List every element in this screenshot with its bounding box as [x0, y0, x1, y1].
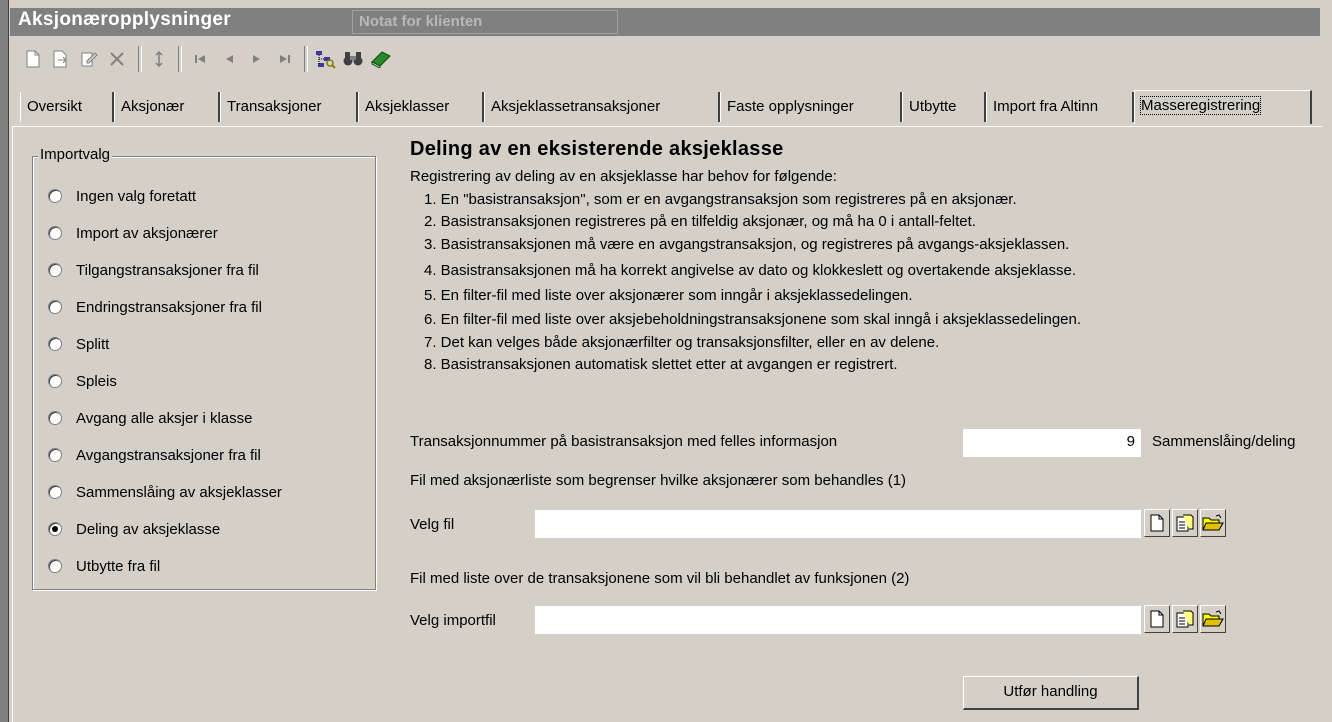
tab-masseregistrering-label: Masseregistrering [1139, 96, 1262, 115]
radio-label: Endringstransaksjoner fra fil [76, 298, 262, 316]
radio-label: Avgang alle aksjer i klasse [76, 409, 253, 427]
file1-input[interactable] [535, 510, 1141, 538]
file1-properties-icon[interactable] [1172, 509, 1198, 537]
import-icon[interactable] [50, 48, 72, 70]
next-record-icon[interactable] [246, 48, 268, 70]
section-heading: Deling av en eksisterende aksjeklasse [410, 138, 784, 160]
radio-utbytte-fra-fil[interactable]: Utbytte fra fil [48, 555, 160, 577]
trans-type-label: Sammenslåing/deling [1152, 433, 1296, 450]
trans-number-label: Transaksjonnummer på basistransaksjon me… [410, 433, 838, 450]
radio-label: Splitt [76, 335, 110, 353]
radio-circle [48, 374, 62, 388]
last-record-icon[interactable] [274, 48, 296, 70]
radio-label: Sammenslåing av aksjeklasser [76, 483, 282, 501]
window-title: Aksjonæropplysninger [18, 9, 231, 30]
radio-ingen-valg[interactable]: Ingen valg foretatt [48, 185, 196, 207]
book-icon[interactable] [370, 48, 392, 70]
window-left-border [0, 0, 9, 722]
step-5: 5. En filter-fil med liste over aksjonær… [424, 287, 913, 304]
radio-tilgangstransaksjoner[interactable]: Tilgangstransaksjoner fra fil [48, 259, 259, 281]
tab-aksjonaer[interactable]: Aksjonær [114, 92, 220, 122]
tab-aksjeklasser[interactable]: Aksjeklasser [358, 92, 484, 122]
radio-spleis[interactable]: Spleis [48, 370, 117, 392]
step-3: 3. Basistransaksjonen må være en avgangs… [424, 236, 1070, 253]
radio-sammenslaaing[interactable]: Sammenslåing av aksjeklasser [48, 481, 282, 503]
file1-open-folder-icon[interactable] [1200, 509, 1226, 537]
radio-label: Deling av aksjeklasse [76, 520, 221, 538]
first-record-icon[interactable] [190, 48, 212, 70]
file2-new-icon[interactable] [1144, 605, 1170, 633]
step-1: 1. En "basistransaksjon", som er en avga… [424, 191, 1017, 208]
refresh-icon[interactable] [148, 48, 170, 70]
radio-avgang-alle[interactable]: Avgang alle aksjer i klasse [48, 407, 252, 429]
file2-properties-icon[interactable] [1172, 605, 1198, 633]
file2-description: Fil med liste over de transaksjonene som… [410, 570, 910, 587]
radio-label: Ingen valg foretatt [76, 187, 197, 205]
toolbar-separator [304, 46, 308, 72]
radio-import-aksjonaerer[interactable]: Import av aksjonærer [48, 222, 218, 244]
radio-splitt[interactable]: Splitt [48, 333, 109, 355]
file1-new-icon[interactable] [1144, 509, 1170, 537]
trans-number-input[interactable]: 9 [963, 429, 1141, 457]
delete-icon[interactable] [106, 48, 128, 70]
file1-description: Fil med aksjonærliste som begrenser hvil… [410, 472, 907, 489]
new-icon[interactable] [22, 48, 44, 70]
previous-record-icon[interactable] [218, 48, 240, 70]
radio-circle [48, 559, 62, 573]
step-6: 6. En filter-fil med liste over aksjebeh… [424, 311, 1082, 328]
radio-label: Utbytte fra fil [76, 557, 161, 575]
radio-circle-checked [48, 522, 62, 536]
tab-masseregistrering[interactable]: Masseregistrering [1134, 90, 1312, 124]
radio-circle [48, 485, 62, 499]
binoculars-icon[interactable] [342, 48, 364, 70]
section-intro: Registrering av deling av en aksjeklasse… [410, 168, 837, 185]
radio-circle [48, 300, 62, 314]
radio-circle [48, 448, 62, 462]
step-8: 8. Basistransaksjonen automatisk slettet… [424, 356, 898, 373]
tab-utbytte[interactable]: Utbytte [902, 92, 986, 122]
radio-label: Spleis [76, 372, 117, 390]
step-4: 4. Basistransaksjonen må ha korrekt angi… [424, 262, 1077, 279]
file2-label: Velg importfil [410, 612, 496, 629]
tab-aksjeklassetransaksjoner[interactable]: Aksjeklassetransaksjoner [484, 92, 720, 122]
toolbar-separator [178, 46, 182, 72]
file2-input[interactable] [535, 606, 1141, 634]
radio-circle [48, 263, 62, 277]
radio-circle [48, 226, 62, 240]
radio-circle [48, 189, 62, 203]
radio-label: Import av aksjonærer [76, 224, 218, 242]
tab-import-fra-altinn[interactable]: Import fra Altinn [986, 92, 1134, 122]
radio-avgangstransaksjoner[interactable]: Avgangstransaksjoner fra fil [48, 444, 261, 466]
radio-label: Avgangstransaksjoner fra fil [76, 446, 261, 464]
radio-circle [48, 337, 62, 351]
edit-icon[interactable] [78, 48, 100, 70]
tab-transaksjoner[interactable]: Transaksjoner [220, 92, 358, 122]
file1-label: Velg fil [410, 516, 455, 533]
tab-faste-opplysninger[interactable]: Faste opplysninger [720, 92, 902, 122]
file2-open-folder-icon[interactable] [1200, 605, 1226, 633]
radio-label: Tilgangstransaksjoner fra fil [76, 261, 259, 279]
run-action-button[interactable]: Utfør handling [963, 676, 1139, 710]
tab-oversikt[interactable]: Oversikt [20, 92, 114, 122]
step-7: 7. Det kan velges både aksjonærfilter og… [424, 334, 940, 351]
client-note-field[interactable]: Notat for klienten [352, 10, 618, 34]
import-options-label: Importvalg [38, 146, 113, 163]
tree-search-icon[interactable] [314, 48, 336, 70]
radio-circle [48, 411, 62, 425]
radio-deling[interactable]: Deling av aksjeklasse [48, 518, 220, 540]
step-2: 2. Basistransaksjonen registreres på en … [424, 213, 976, 230]
radio-endringstransaksjoner[interactable]: Endringstransaksjoner fra fil [48, 296, 262, 318]
toolbar-separator [138, 46, 142, 72]
